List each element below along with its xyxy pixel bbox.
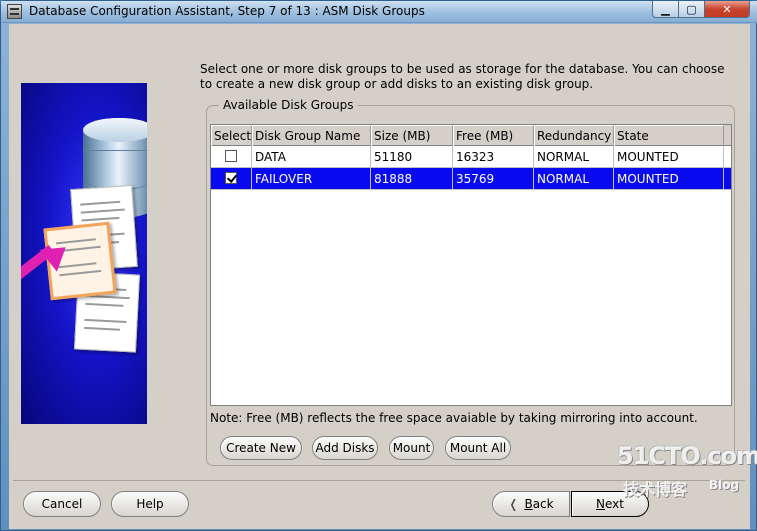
cancel-button[interactable]: Cancel bbox=[23, 491, 101, 517]
select-cell bbox=[211, 146, 252, 167]
column-header-select[interactable]: Select bbox=[211, 125, 252, 146]
chevron-left-icon: ❬ bbox=[508, 497, 519, 511]
next-label: ext bbox=[605, 497, 624, 511]
free-mb: 16323 bbox=[453, 146, 534, 167]
mount-button[interactable]: Mount bbox=[389, 436, 434, 460]
select-checkbox[interactable] bbox=[225, 150, 237, 162]
table-row[interactable]: DATA 51180 16323 NORMAL MOUNTED bbox=[211, 146, 731, 168]
app-icon bbox=[7, 4, 22, 19]
instructions-text: Select one or more disk groups to be use… bbox=[200, 62, 725, 91]
column-header-free[interactable]: Free (MB) bbox=[453, 125, 534, 146]
group-label: Available Disk Groups bbox=[219, 98, 358, 112]
state: MOUNTED bbox=[614, 168, 724, 189]
column-header-name[interactable]: Disk Group Name bbox=[252, 125, 371, 146]
back-button[interactable]: ❬ Back bbox=[492, 491, 570, 517]
next-mnemonic: N bbox=[596, 497, 605, 511]
back-mnemonic: B bbox=[524, 497, 533, 511]
state: MOUNTED bbox=[614, 146, 724, 167]
dbca-window: Database Configuration Assistant, Step 7… bbox=[0, 0, 757, 531]
free-mb: 35769 bbox=[453, 168, 534, 189]
create-new-button[interactable]: Create New bbox=[220, 436, 302, 460]
column-header-size[interactable]: Size (MB) bbox=[371, 125, 453, 146]
redundancy: NORMAL bbox=[534, 168, 614, 189]
free-space-note: Note: Free (MB) reflects the free space … bbox=[210, 411, 698, 425]
storage-illustration bbox=[21, 83, 147, 424]
minimize-icon: ▁ bbox=[661, 2, 670, 16]
close-button[interactable]: ✕ bbox=[704, 1, 750, 18]
back-label: ack bbox=[532, 497, 554, 511]
next-button[interactable]: Next bbox=[571, 491, 649, 517]
maximize-button[interactable]: ▢ bbox=[678, 1, 705, 18]
mount-all-button[interactable]: Mount All bbox=[445, 436, 511, 460]
minimize-button[interactable]: ▁ bbox=[652, 1, 679, 18]
window-title: Database Configuration Assistant, Step 7… bbox=[29, 4, 425, 18]
redundancy: NORMAL bbox=[534, 146, 614, 167]
table-header: Select Disk Group Name Size (MB) Free (M… bbox=[211, 125, 731, 146]
help-button[interactable]: Help bbox=[111, 491, 189, 517]
title-bar[interactable]: Database Configuration Assistant, Step 7… bbox=[1, 1, 757, 23]
size-mb: 81888 bbox=[371, 168, 453, 189]
table-row[interactable]: FAILOVER 81888 35769 NORMAL MOUNTED bbox=[211, 168, 731, 190]
select-checkbox[interactable] bbox=[225, 172, 237, 184]
size-mb: 51180 bbox=[371, 146, 453, 167]
disk-groups-table: Select Disk Group Name Size (MB) Free (M… bbox=[210, 124, 732, 406]
select-cell bbox=[211, 168, 252, 189]
maximize-icon: ▢ bbox=[686, 2, 697, 16]
add-disks-button[interactable]: Add Disks bbox=[312, 436, 378, 460]
column-header-redundancy[interactable]: Redundancy bbox=[534, 125, 614, 146]
close-icon: ✕ bbox=[722, 2, 732, 16]
disk-group-name: FAILOVER bbox=[252, 168, 371, 189]
disk-group-name: DATA bbox=[252, 146, 371, 167]
column-header-state[interactable]: State bbox=[614, 125, 724, 146]
dialog-body: Select one or more disk groups to be use… bbox=[9, 24, 750, 529]
